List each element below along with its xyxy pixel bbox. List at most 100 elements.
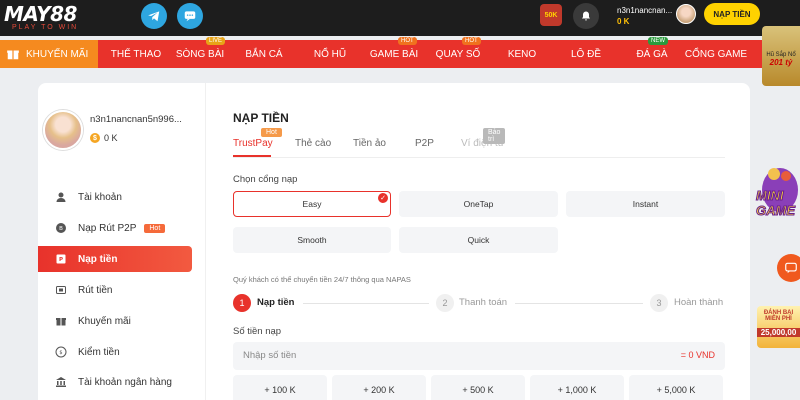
step-2-label: Thanh toán — [459, 297, 508, 308]
coin-icon: $ — [54, 345, 68, 359]
nav-item-lotto[interactable]: LÔ ĐỀ — [554, 40, 618, 68]
deposit-content: NẠP TIỀN TrustPay Hot Thẻ cào Tiền ảo P2… — [233, 83, 728, 400]
nav-label: QUAY SỐ — [435, 48, 481, 60]
quick-amount-button[interactable]: + 1,000 K — [530, 375, 624, 400]
hot-badge: Hot — [144, 223, 166, 233]
svg-text:P: P — [59, 257, 63, 263]
hot-badge: HOT — [462, 37, 481, 45]
sidebar-item-earn[interactable]: $ Kiểm tiền — [38, 339, 192, 365]
header-user-info[interactable]: n3n1nancnan... 0 K — [617, 5, 672, 27]
sidebar-balance: $ 0 K — [90, 133, 118, 143]
brand-logo[interactable]: MAY88 PLAY TO WIN — [4, 4, 124, 32]
chat-icon[interactable] — [177, 3, 203, 29]
sidebar-item-label: Nạp Rút P2P — [78, 222, 137, 234]
nav-item-lottery-draw[interactable]: QUAY SỐ HOT — [426, 37, 490, 68]
method-onetap[interactable]: OneTap — [399, 191, 558, 217]
sidebar-item-label: Tài khoản ngân hàng — [78, 376, 172, 388]
deposit-tabs: TrustPay Hot Thẻ cào Tiền ảo P2P Ví điện… — [233, 128, 725, 158]
step-divider — [515, 303, 643, 304]
withdraw-icon — [54, 283, 68, 297]
step-divider — [303, 303, 429, 304]
method-label: Instant — [632, 199, 659, 209]
user-icon — [54, 190, 68, 204]
account-sidebar: n3n1nancnan5n996... $ 0 K Tài khoản B Nạ… — [38, 83, 206, 400]
nav-item-cockfight[interactable]: ĐÁ GÀ NEW — [620, 37, 684, 68]
tab-label: Tiền ảo — [353, 138, 386, 149]
method-easy[interactable]: Easy ✓ — [233, 191, 391, 217]
nav-label: KENO — [507, 48, 537, 60]
amount-placeholder: Nhập số tiền — [243, 350, 297, 361]
tab-p2p[interactable]: P2P — [415, 138, 434, 149]
sidebar-item-withdraw[interactable]: Rút tiền — [38, 277, 192, 303]
bank-icon — [54, 375, 68, 389]
sidebar-item-label: Khuyến mãi — [78, 315, 131, 327]
step-1-circle: 1 — [233, 294, 251, 312]
top-bar: MAY88 PLAY TO WIN 50K n3n1nancnan... 0 K… — [0, 0, 800, 36]
nav-item-slots[interactable]: NỔ HŨ — [298, 40, 362, 68]
nav-item-card-games[interactable]: GAME BÀI HOT — [362, 37, 426, 68]
quick-amount-button[interactable]: + 100 K — [233, 375, 327, 400]
nav-label: THỂ THAO — [110, 48, 162, 60]
nav-item-keno[interactable]: KENO — [490, 40, 554, 68]
main-nav: KHUYẾN MÃI THỂ THAO SÒNG BÀI LIVE BẮN CÁ … — [0, 37, 800, 68]
support-chat-icon[interactable] — [777, 254, 800, 282]
amount-input[interactable]: Nhập số tiền = 0 VND — [233, 342, 725, 370]
nav-item-sports[interactable]: THỂ THAO — [104, 40, 168, 68]
bell-icon[interactable] — [573, 3, 599, 29]
deposit-button[interactable]: NẠP TIỀN — [704, 3, 760, 25]
live-badge: LIVE — [206, 37, 226, 45]
step-3-circle: 3 — [650, 294, 668, 312]
deposit-icon: P — [54, 252, 68, 266]
tab-scratch-card[interactable]: Thẻ cào — [295, 138, 331, 149]
quick-amount-button[interactable]: + 200 K — [332, 375, 426, 400]
method-label: Quick — [467, 235, 490, 245]
sidebar-item-label: Rút tiền — [78, 284, 113, 296]
jackpot-value: 201 tỷ — [769, 58, 793, 67]
tab-trustpay[interactable]: TrustPay Hot — [233, 128, 282, 149]
gift-icon — [7, 50, 19, 60]
tab-crypto[interactable]: Tiền ảo — [353, 138, 386, 149]
page-title: NẠP TIỀN — [233, 111, 289, 125]
tab-label: TrustPay — [233, 138, 273, 149]
nav-promo-label: KHUYẾN MÃI — [26, 48, 89, 60]
sidebar-item-promotions[interactable]: Khuyến mãi — [38, 308, 192, 334]
nav-item-promotions[interactable]: KHUYẾN MÃI — [0, 40, 98, 68]
header-username: n3n1nancnan... — [617, 6, 673, 15]
jackpot-promo[interactable]: Hũ Sắp Nổ 201 tỷ — [762, 26, 800, 86]
avatar[interactable] — [43, 110, 83, 150]
quick-amount-button[interactable]: + 500 K — [431, 375, 525, 400]
telegram-icon[interactable] — [141, 3, 167, 29]
sidebar-item-label: Nạp tiền — [78, 253, 118, 265]
check-icon: ✓ — [378, 193, 388, 203]
step-1-label: Nạp tiền — [257, 297, 295, 308]
nav-label: SÒNG BÀI — [175, 48, 225, 60]
svg-text:$: $ — [59, 350, 62, 356]
avatar[interactable] — [676, 4, 696, 24]
nav-label: BẮN CÁ — [245, 48, 283, 60]
gift-icon — [54, 314, 68, 328]
method-instant[interactable]: Instant — [566, 191, 725, 217]
nav-item-fishing[interactable]: BẮN CÁ — [232, 40, 296, 68]
free-bet-promo[interactable]: ĐÁNH BẠI MIỄN PHÍ 25,000,00 — [757, 306, 800, 348]
mini-game-label: MINI GAME — [756, 188, 796, 219]
new-badge: NEW — [648, 37, 668, 45]
quick-amount-button[interactable]: + 5,000 K — [629, 375, 723, 400]
sidebar-item-bank-account[interactable]: Tài khoản ngân hàng — [38, 369, 192, 395]
method-smooth[interactable]: Smooth — [233, 227, 391, 253]
tab-e-wallet[interactable]: Ví điện tử Bảo trì — [461, 128, 506, 149]
sidebar-item-p2p[interactable]: B Nạp Rút P2P Hot — [38, 215, 192, 241]
amount-vnd-equivalent: = 0 VND — [680, 350, 715, 360]
tab-label: P2P — [415, 138, 434, 149]
sidebar-balance-value: 0 K — [104, 133, 118, 143]
sidebar-item-deposit[interactable]: P Nạp tiền — [38, 246, 192, 272]
sidebar-item-account[interactable]: Tài khoản — [38, 184, 192, 210]
nav-item-game-portal[interactable]: CỔNG GAME — [684, 40, 748, 68]
hot-badge: Hot — [261, 128, 282, 137]
mini-game-promo[interactable]: MINI GAME — [752, 160, 800, 230]
nav-label: ĐÁ GÀ — [636, 48, 668, 60]
nav-label: CỔNG GAME — [684, 48, 748, 60]
nav-item-casino[interactable]: SÒNG BÀI LIVE — [168, 37, 232, 68]
method-quick[interactable]: Quick — [399, 227, 558, 253]
method-label: Easy — [302, 199, 322, 209]
gift-box-icon[interactable]: 50K — [540, 4, 562, 26]
